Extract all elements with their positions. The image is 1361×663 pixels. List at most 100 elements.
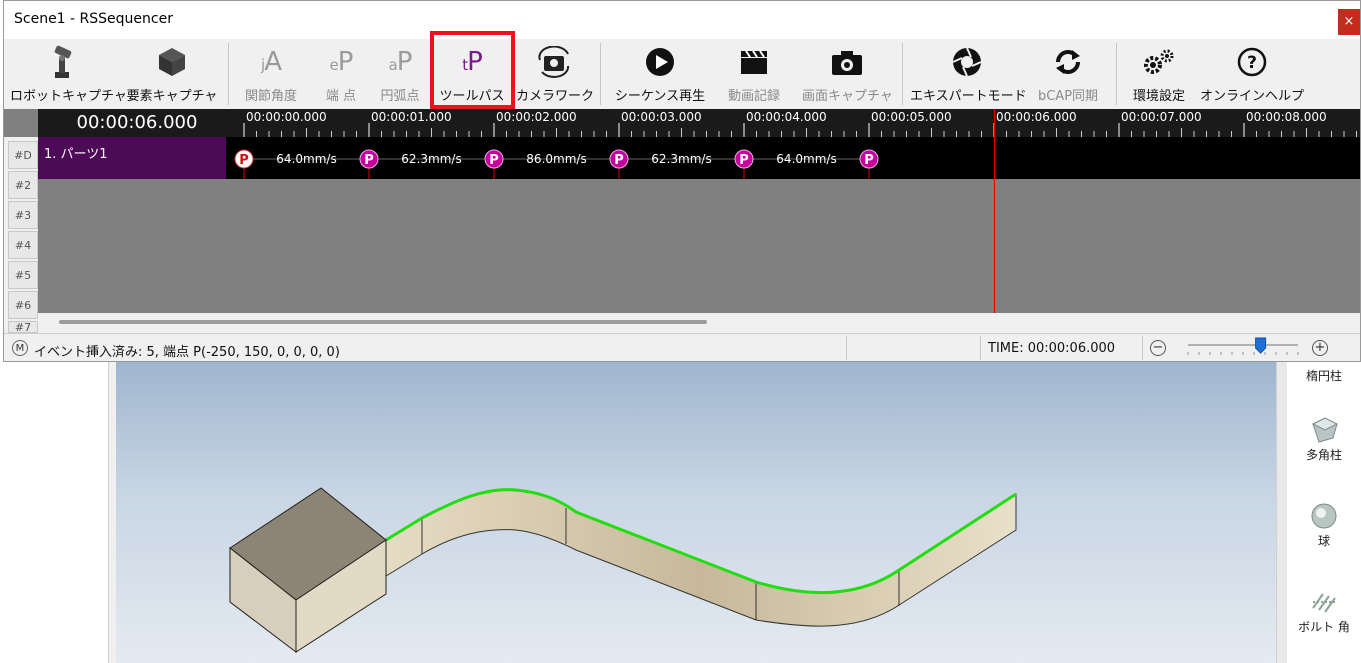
track-point-label: P [864, 153, 874, 168]
ruler-tick-label: 00:00:05.000 [871, 110, 952, 124]
window-title: Scene1 - RSSequencer [14, 11, 173, 27]
toolbar-label: bCAP同期 [1037, 89, 1099, 104]
ruler-tick-label: 00:00:08.000 [1246, 110, 1327, 124]
track-point-marker[interactable]: P [859, 149, 879, 179]
toolbar-label: 動画記録 [727, 89, 780, 104]
timeline-horizontal-scrollbar[interactable] [59, 320, 707, 324]
clapperboard-icon [716, 43, 792, 81]
track-row-1[interactable]: 1. パーツ1 64.0mm/s 62.3mm/s 86.0mm/s 62.3mm/s… [38, 137, 1360, 179]
ruler-tick-label: 00:00:07.000 [1121, 110, 1202, 124]
arc-point-button[interactable]: aP 円弧点 [370, 43, 430, 105]
track-point-marker[interactable]: P [484, 149, 504, 179]
3d-scene [229, 487, 1017, 654]
robot-capture-button[interactable]: ロボットキャプチャ [10, 43, 127, 105]
palette-label: 多角柱 [1305, 448, 1342, 462]
toolbar-separator [228, 43, 229, 105]
toolbar-label: シーケンス再生 [614, 89, 706, 104]
status-divider [1142, 336, 1143, 360]
toolbar-separator [600, 43, 601, 105]
element-capture-button[interactable]: 要素キャプチャ [124, 43, 220, 105]
track-point-marker[interactable]: P [734, 149, 754, 179]
close-button[interactable]: × [1338, 9, 1360, 35]
arc-point-icon: aP [388, 47, 413, 77]
end-point-icon: eP [329, 47, 354, 77]
bcap-sync-button[interactable]: bCAP同期 [1030, 43, 1106, 105]
row-header[interactable]: #6 [8, 291, 38, 319]
end-point-button[interactable]: eP 端 点 [310, 43, 372, 105]
cube-icon [124, 43, 220, 81]
video-record-button[interactable]: 動画記録 [716, 43, 792, 105]
track-point-label: P [614, 153, 624, 168]
toolbar-label: 要素キャプチャ [126, 89, 218, 104]
track-point-label: P [364, 153, 374, 168]
gears-icon [1124, 43, 1194, 81]
ruler-tick-label: 00:00:04.000 [746, 110, 827, 124]
aperture-icon [910, 43, 1024, 81]
row-header[interactable]: #3 [8, 201, 38, 229]
time-ruler[interactable]: 00:00:00.000 00:00:01.000 00:00:02.000 00:0… [236, 109, 1360, 137]
timeline-panel: 00:00:06.000 00:00:00.000 00:00:01.000 00:… [4, 109, 1360, 333]
status-message: イベント挿入済み: 5, 端点 P(-250, 150, 0, 0, 0, 0) [34, 345, 340, 360]
toolbar-label: ロボットキャプチャ [10, 89, 127, 104]
camera-rotate-icon [516, 43, 592, 81]
row-header[interactable]: #4 [8, 231, 38, 259]
toolbar-label: 関節角度 [244, 89, 297, 104]
expert-mode-button[interactable]: エキスパートモード [910, 43, 1027, 105]
palette-label: 楕円柱 [1305, 369, 1342, 383]
online-help-button[interactable]: ? オンラインヘルプ [1200, 43, 1304, 105]
toolbar-label: 環境設定 [1132, 89, 1185, 104]
ruler-tick-label: 00:00:02.000 [496, 110, 577, 124]
toolbar-label: オンラインヘルプ [1200, 89, 1305, 104]
segment-speed-label: 62.3mm/s [401, 152, 461, 166]
sequence-play-button[interactable]: シーケンス再生 [610, 43, 710, 105]
mode-indicator: M [12, 340, 28, 356]
toolbar-label: 画面キャプチャ [802, 89, 893, 104]
palette-item-elliptic-cylinder[interactable]: 楕円柱 [1287, 367, 1361, 384]
palette-item-polygon-prism[interactable]: 多角柱 [1287, 416, 1361, 463]
camera-icon [802, 43, 892, 81]
env-settings-button[interactable]: 環境設定 [1124, 43, 1194, 105]
zoom-thumb[interactable] [1255, 337, 1267, 354]
segment-speed-label: 64.0mm/s [776, 152, 836, 166]
toolbar-label: カメラワーク [516, 89, 595, 104]
zoom-slider[interactable] [1184, 337, 1302, 359]
current-time-display: 00:00:06.000 [38, 109, 236, 137]
robot-arm-icon [10, 43, 114, 81]
palette-item-bolt[interactable]: ボルト 角 [1287, 588, 1361, 635]
toolbar: ロボットキャプチャ 要素キャプチャ jA 関節角度 eP 端 点 aP 円弧点 … [4, 39, 1360, 109]
play-icon [610, 43, 710, 81]
track-point-label: P [489, 153, 499, 168]
3d-viewport[interactable] [116, 362, 1276, 663]
zoom-out-button[interactable]: − [1150, 340, 1166, 356]
joint-angle-button[interactable]: jA 関節角度 [236, 43, 306, 105]
title-bar[interactable]: Scene1 - RSSequencer × [4, 1, 1360, 39]
status-bar: M イベント挿入済み: 5, 端点 P(-250, 150, 0, 0, 0, … [4, 333, 1360, 361]
palette-item-sphere[interactable]: 球 [1287, 502, 1361, 549]
row-header[interactable]: #2 [8, 171, 38, 199]
segment-speed-label: 62.3mm/s [651, 152, 711, 166]
svg-text:?: ? [1247, 53, 1257, 73]
track-point-marker[interactable]: P [359, 149, 379, 179]
shape-palette: 楕円柱 多角柱 球 ボルト 角 [1287, 362, 1361, 663]
track-events: 64.0mm/s 62.3mm/s 86.0mm/s 62.3mm/s 64.0mm/s… [234, 149, 879, 179]
toolbar-separator [1116, 43, 1117, 105]
tool-path-highlight [430, 31, 515, 109]
path-strip-side [385, 489, 1017, 627]
row-header[interactable]: #7 [8, 321, 38, 333]
joint-angle-icon: jA [261, 47, 282, 77]
rssequencer-window: Scene1 - RSSequencer × ロボットキャプチャ 要素キャプチャ… [3, 0, 1361, 362]
playhead[interactable] [994, 109, 995, 313]
screen-capture-button[interactable]: 画面キャプチャ [802, 43, 893, 105]
ruler-tick-label: 00:00:03.000 [621, 110, 702, 124]
row-header[interactable]: #D [8, 141, 38, 169]
bolt-icon [1312, 593, 1336, 613]
track-point-marker[interactable]: P [234, 149, 254, 179]
row-header[interactable]: #5 [8, 261, 38, 289]
zoom-in-button[interactable]: + [1312, 340, 1328, 356]
camera-work-button[interactable]: カメラワーク [516, 43, 595, 105]
track-point-label: P [739, 153, 749, 168]
track-point-marker[interactable]: P [609, 149, 629, 179]
polygon-prism-icon [1311, 417, 1339, 443]
status-time: TIME: 00:00:06.000 [988, 341, 1116, 356]
palette-label: ボルト 角 [1298, 620, 1350, 634]
